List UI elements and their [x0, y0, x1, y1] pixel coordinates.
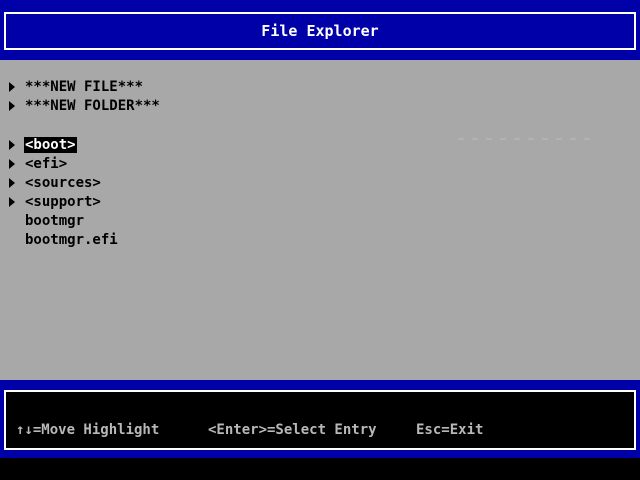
file-entry-bootmgr[interactable]: bootmgr [0, 212, 85, 230]
title-box: File Explorer [4, 12, 636, 50]
selected-entry-label: <boot> [24, 137, 77, 153]
triangle-right-icon [0, 101, 24, 111]
footer-help-box: ↑↓=Move Highlight <Enter>=Select Entry E… [4, 390, 636, 450]
folder-entry-boot[interactable]: <boot> [0, 136, 77, 154]
page-title: File Explorer [261, 22, 379, 40]
folder-entry-sources[interactable]: <sources> [0, 174, 102, 192]
file-entry-bootmgr-efi[interactable]: bootmgr.efi [0, 231, 119, 249]
entry-label: bootmgr [25, 213, 85, 229]
new-file-label: ***NEW FILE*** [25, 79, 144, 95]
title-bar: File Explorer [0, 0, 640, 60]
file-list-panel: ***NEW FILE*** ***NEW FOLDER*** <boot> <… [0, 60, 640, 380]
folder-entry-efi[interactable]: <efi> [0, 155, 68, 173]
new-folder-action[interactable]: ***NEW FOLDER*** [0, 97, 161, 115]
entry-label: <efi> [25, 156, 68, 172]
triangle-right-icon [0, 140, 24, 150]
new-folder-label: ***NEW FOLDER*** [25, 98, 160, 114]
entry-label: <support> [25, 194, 101, 210]
triangle-right-icon [0, 178, 24, 188]
entry-label: <sources> [25, 175, 101, 191]
triangle-right-icon [0, 197, 24, 207]
folder-entry-support[interactable]: <support> [0, 193, 102, 211]
triangle-right-icon [0, 159, 24, 169]
exit-hint: Esc=Exit [416, 422, 484, 438]
new-file-action[interactable]: ***NEW FILE*** [0, 78, 144, 96]
select-entry-hint: <Enter>=Select Entry [208, 422, 377, 438]
footer-bar: ↑↓=Move Highlight <Enter>=Select Entry E… [0, 380, 640, 458]
bottom-strip [0, 458, 640, 480]
entry-label: bootmgr.efi [25, 232, 118, 248]
faint-divider [458, 138, 590, 140]
move-highlight-hint: ↑↓=Move Highlight [16, 422, 160, 438]
file-explorer-screen: File Explorer ***NEW FILE*** ***NEW FOLD… [0, 0, 640, 480]
triangle-right-icon [0, 82, 24, 92]
